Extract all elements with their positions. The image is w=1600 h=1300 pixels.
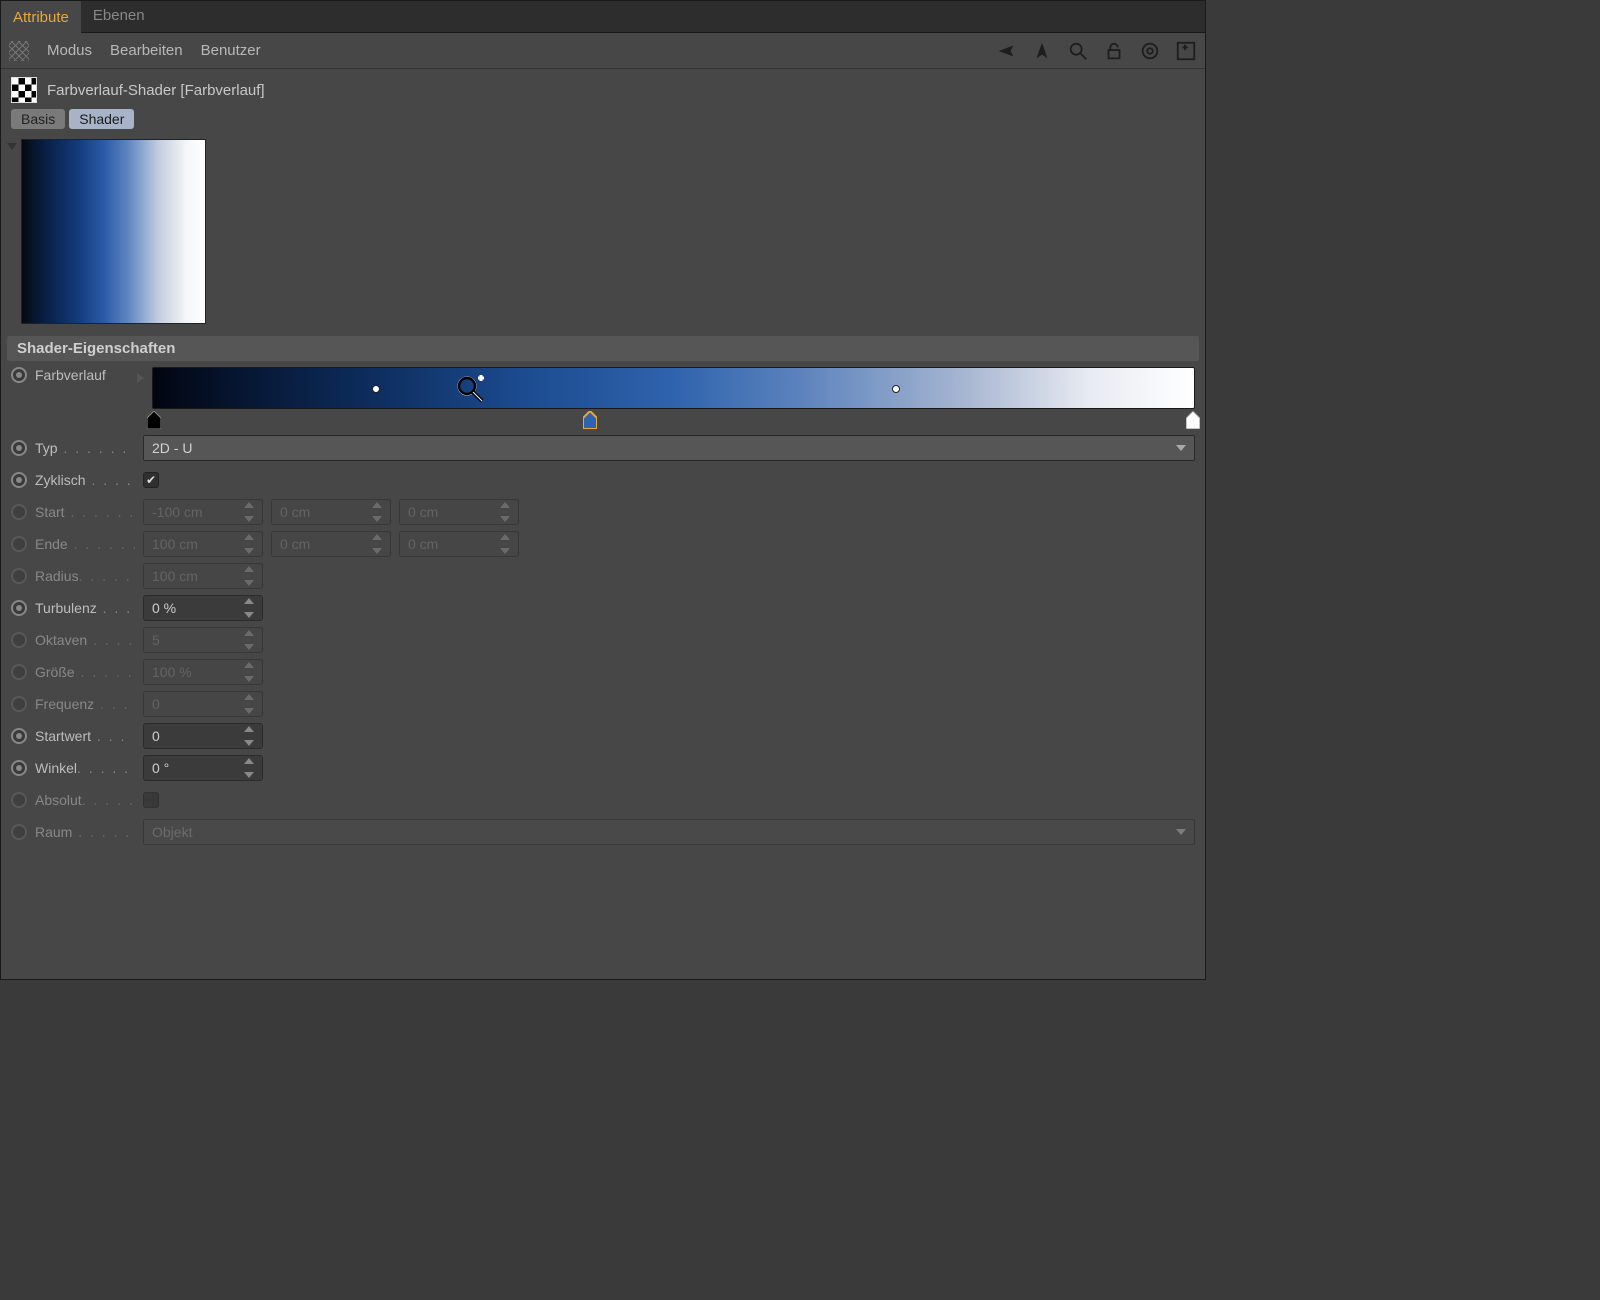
anim-dot-absolut [11, 792, 27, 808]
disclosure-triangle-icon[interactable] [7, 143, 17, 150]
select-typ[interactable]: 2D - U [143, 435, 1195, 461]
anim-dot-typ[interactable] [11, 440, 27, 456]
anim-dot-zyklisch[interactable] [11, 472, 27, 488]
field-oktaven: 5 [143, 627, 263, 653]
anim-dot-start [11, 504, 27, 520]
row-winkel: Winkel. . . . . . 0 ° [11, 753, 1195, 783]
gradient-strip[interactable] [152, 367, 1195, 409]
row-ende: Ende . . . . . . . 100 cm 0 cm 0 cm [11, 529, 1195, 559]
field-ende-z: 0 cm [399, 531, 519, 557]
field-radius: 100 cm [143, 563, 263, 589]
row-startwert: Startwert . . . 0 [11, 721, 1195, 751]
label-startwert: Startwert . . . [35, 728, 135, 744]
row-raum: Raum . . . . . . . Objekt [11, 817, 1195, 847]
gradient-stop[interactable] [147, 411, 161, 429]
row-zyklisch: Zyklisch . . . . [11, 465, 1195, 495]
field-ende-x: 100 cm [143, 531, 263, 557]
row-frequenz: Frequenz . . . 0 [11, 689, 1195, 719]
field-frequenz: 0 [143, 691, 263, 717]
label-absolut: Absolut. . . . . [35, 792, 135, 808]
sub-tab-bar: Basis Shader [1, 107, 1205, 133]
toolbar: Modus Bearbeiten Benutzer [1, 33, 1205, 69]
subtab-shader[interactable]: Shader [69, 109, 134, 129]
search-icon[interactable] [1067, 40, 1089, 62]
anim-dot-frequenz [11, 696, 27, 712]
label-typ: Typ . . . . . . . . [35, 440, 135, 456]
nav-up-icon[interactable] [1031, 40, 1053, 62]
gradient-stop[interactable] [1186, 411, 1200, 429]
anim-dot-startwert[interactable] [11, 728, 27, 744]
gradient-knot[interactable] [372, 385, 380, 393]
object-header: Farbverlauf-Shader [Farbverlauf] [1, 69, 1205, 107]
label-groesse: Größe . . . . . . [35, 664, 135, 680]
label-frequenz: Frequenz . . . [35, 696, 135, 712]
lock-icon[interactable] [1103, 40, 1125, 62]
anim-dot-farbverlauf[interactable] [11, 367, 27, 383]
gradient-stop-rail[interactable] [152, 411, 1195, 431]
field-start-y: 0 cm [271, 499, 391, 525]
select-raum: Objekt [143, 819, 1195, 845]
tab-attribute[interactable]: Attribute [1, 1, 81, 33]
row-typ: Typ . . . . . . . . 2D - U [11, 433, 1195, 463]
label-start: Start . . . . . . . [35, 504, 135, 520]
menu-bearbeiten[interactable]: Bearbeiten [110, 42, 183, 59]
grid-icon[interactable] [9, 41, 29, 61]
anim-dot-winkel[interactable] [11, 760, 27, 776]
menu-benutzer[interactable]: Benutzer [201, 42, 261, 59]
gradient-stop-selected[interactable] [583, 411, 597, 429]
anim-dot-oktaven [11, 632, 27, 648]
checkbox-zyklisch[interactable] [143, 472, 159, 488]
row-farbverlauf: Farbverlauf [11, 367, 1195, 431]
anim-dot-raum [11, 824, 27, 840]
row-turbulenz: Turbulenz . . . 0 % [11, 593, 1195, 623]
field-start-x: -100 cm [143, 499, 263, 525]
row-groesse: Größe . . . . . . 100 % [11, 657, 1195, 687]
anim-dot-ende [11, 536, 27, 552]
checker-icon [11, 77, 37, 103]
anim-dot-groesse [11, 664, 27, 680]
checkbox-absolut [143, 792, 159, 808]
label-oktaven: Oktaven . . . . [35, 632, 135, 648]
label-radius: Radius. . . . . . [35, 568, 135, 584]
field-winkel[interactable]: 0 ° [143, 755, 263, 781]
tab-ebenen[interactable]: Ebenen [81, 1, 157, 33]
field-startwert[interactable]: 0 [143, 723, 263, 749]
section-header: Shader-Eigenschaften [7, 336, 1199, 361]
nav-back-icon[interactable] [995, 40, 1017, 62]
label-ende: Ende . . . . . . . [35, 536, 135, 552]
row-radius: Radius. . . . . . 100 cm [11, 561, 1195, 591]
chevron-right-icon[interactable] [137, 373, 144, 383]
field-turbulenz[interactable]: 0 % [143, 595, 263, 621]
gradient-preview[interactable] [21, 139, 206, 324]
row-oktaven: Oktaven . . . . 5 [11, 625, 1195, 655]
anim-dot-turbulenz[interactable] [11, 600, 27, 616]
field-ende-y: 0 cm [271, 531, 391, 557]
top-tab-bar: Attribute Ebenen [1, 1, 1205, 33]
target-icon[interactable] [1139, 40, 1161, 62]
subtab-basis[interactable]: Basis [11, 109, 65, 129]
object-title: Farbverlauf-Shader [Farbverlauf] [47, 82, 265, 99]
row-absolut: Absolut. . . . . [11, 785, 1195, 815]
label-winkel: Winkel. . . . . . [35, 760, 135, 776]
label-turbulenz: Turbulenz . . . [35, 600, 135, 616]
gradient-knot[interactable] [892, 385, 900, 393]
label-farbverlauf: Farbverlauf [35, 367, 135, 383]
menu-modus[interactable]: Modus [47, 42, 92, 59]
preview-area [1, 133, 1205, 334]
anim-dot-radius [11, 568, 27, 584]
magnifier-cursor-icon [455, 374, 485, 404]
row-start: Start . . . . . . . -100 cm 0 cm 0 cm [11, 497, 1195, 527]
field-start-z: 0 cm [399, 499, 519, 525]
new-panel-icon[interactable] [1175, 40, 1197, 62]
field-groesse: 100 % [143, 659, 263, 685]
label-zyklisch: Zyklisch . . . . [35, 472, 135, 488]
label-raum: Raum . . . . . . . [35, 824, 135, 840]
